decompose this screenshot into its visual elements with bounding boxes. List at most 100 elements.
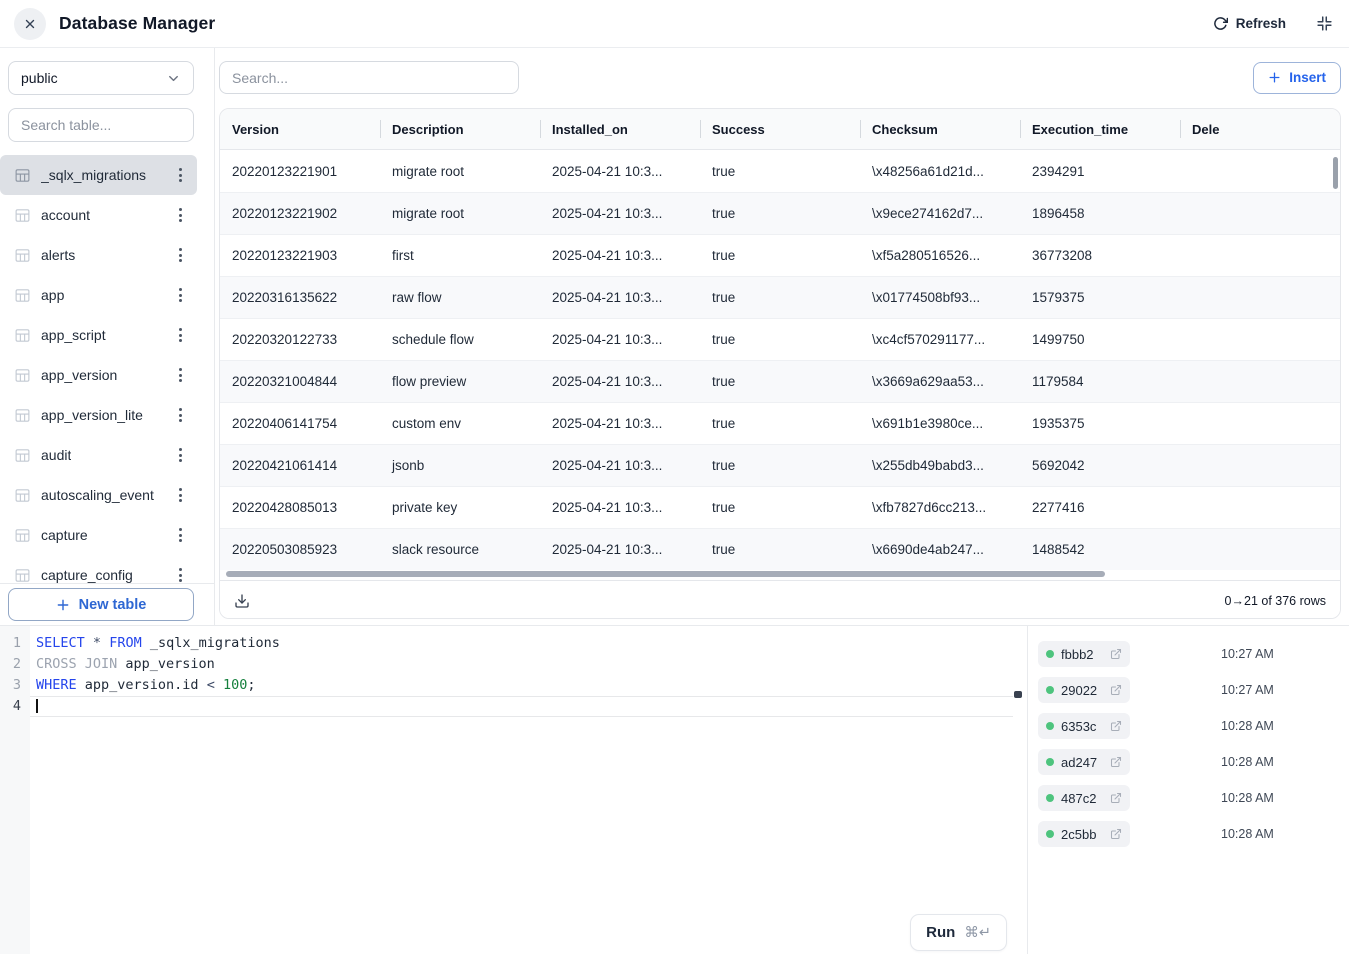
table-row[interactable]: 20220123221901migrate root2025-04-21 10:… [220, 150, 1340, 192]
collapse-button[interactable] [1316, 15, 1333, 32]
column-header-description[interactable]: Description [380, 109, 540, 149]
table-cell: private key [380, 500, 540, 515]
grid-vertical-scrollbar[interactable] [1333, 157, 1338, 189]
run-button[interactable]: Run ⌘↵ [910, 914, 1007, 951]
schema-select[interactable]: public [8, 61, 194, 95]
history-item-2c5bb[interactable]: 2c5bb [1038, 821, 1130, 847]
table-row[interactable]: 20220123221902migrate root2025-04-21 10:… [220, 192, 1340, 234]
table-cell: 20220421061414 [220, 458, 380, 473]
external-link-icon[interactable] [1110, 720, 1122, 732]
table-row[interactable]: 20220428085013private key2025-04-21 10:3… [220, 486, 1340, 528]
kebab-menu-icon[interactable] [177, 204, 184, 226]
table-cell: \xf5a280516526... [860, 248, 1020, 263]
sidebar-item-app_version_lite[interactable]: app_version_lite [0, 395, 197, 435]
external-link-icon[interactable] [1110, 792, 1122, 804]
grid-search-input[interactable] [219, 61, 519, 94]
table-cell: 2025-04-21 10:3... [540, 332, 700, 347]
close-button[interactable] [14, 8, 46, 40]
insert-button[interactable]: Insert [1253, 62, 1341, 94]
kebab-menu-icon[interactable] [177, 284, 184, 306]
sidebar-item-account[interactable]: account [0, 195, 197, 235]
column-header-execution_time[interactable]: Execution_time [1020, 109, 1180, 149]
table-icon [14, 447, 31, 464]
table-row[interactable]: 20220123221903first2025-04-21 10:3...tru… [220, 234, 1340, 276]
column-header-success[interactable]: Success [700, 109, 860, 149]
table-name-label: app_script [41, 327, 106, 343]
code-line-3[interactable]: 3WHERE app_version.id < 100; [0, 675, 1027, 696]
kebab-menu-icon[interactable] [177, 444, 184, 466]
kebab-menu-icon[interactable] [177, 484, 184, 506]
external-link-icon[interactable] [1110, 828, 1122, 840]
query-history-panel: fbbb210:27 AM2902210:27 AM6353c10:28 AMa… [1027, 626, 1349, 954]
download-button[interactable] [234, 593, 250, 609]
table-row[interactable]: 20220316135622raw flow2025-04-21 10:3...… [220, 276, 1340, 318]
kebab-menu-icon[interactable] [177, 524, 184, 546]
history-timestamp: 10:28 AM [1221, 755, 1274, 769]
sidebar-item-app_script[interactable]: app_script [0, 315, 197, 355]
sidebar-item-app_version[interactable]: app_version [0, 355, 197, 395]
history-timestamp: 10:27 AM [1221, 683, 1274, 697]
history-item-6353c[interactable]: 6353c [1038, 713, 1130, 739]
history-item-487c2[interactable]: 487c2 [1038, 785, 1130, 811]
history-item-fbbb2[interactable]: fbbb2 [1038, 641, 1130, 667]
sidebar-item-audit[interactable]: audit [0, 435, 197, 475]
table-cell: \xc4cf570291177... [860, 332, 1020, 347]
new-table-button[interactable]: New table [8, 588, 194, 621]
table-cell: true [700, 542, 860, 557]
history-item-29022[interactable]: 29022 [1038, 677, 1130, 703]
table-name-label: app_version_lite [41, 407, 143, 423]
table-row[interactable]: 20220320122733schedule flow2025-04-21 10… [220, 318, 1340, 360]
sidebar-item-capture[interactable]: capture [0, 515, 197, 555]
insert-label: Insert [1289, 70, 1326, 85]
table-icon [14, 207, 31, 224]
external-link-icon[interactable] [1110, 684, 1122, 696]
history-item-ad247[interactable]: ad247 [1038, 749, 1130, 775]
new-table-label: New table [79, 597, 147, 613]
history-timestamp: 10:28 AM [1221, 719, 1274, 733]
sql-editor[interactable]: 1SELECT * FROM _sqlx_migrations2CROSS JO… [0, 626, 1027, 954]
external-link-icon[interactable] [1110, 756, 1122, 768]
table-row[interactable]: 20220321004844flow preview2025-04-21 10:… [220, 360, 1340, 402]
page-title: Database Manager [59, 13, 215, 34]
grid-horizontal-scrollbar[interactable] [220, 570, 1340, 580]
sidebar-item-app[interactable]: app [0, 275, 197, 315]
code-text: WHERE app_version.id < 100; [30, 675, 1013, 696]
kebab-menu-icon[interactable] [177, 564, 184, 583]
kebab-menu-icon[interactable] [177, 324, 184, 346]
code-line-2[interactable]: 2CROSS JOIN app_version [0, 654, 1027, 675]
hscroll-thumb[interactable] [226, 571, 1105, 577]
table-icon [14, 407, 31, 424]
table-row[interactable]: 20220406141754custom env2025-04-21 10:3.… [220, 402, 1340, 444]
sidebar-item-capture_config[interactable]: capture_config [0, 555, 197, 583]
table-cell: 1499750 [1020, 332, 1180, 347]
history-row: 29022 10:27 AM [1038, 672, 1349, 708]
column-header-dele[interactable]: Dele [1180, 109, 1340, 149]
column-header-version[interactable]: Version [220, 109, 380, 149]
code-line-4[interactable]: 4 [0, 696, 1027, 717]
success-status-dot [1046, 650, 1054, 658]
sidebar-item-_sqlx_migrations[interactable]: _sqlx_migrations [0, 155, 197, 195]
kebab-menu-icon[interactable] [177, 404, 184, 426]
table-row[interactable]: 20220503085923slack resource2025-04-21 1… [220, 528, 1340, 570]
sidebar-item-alerts[interactable]: alerts [0, 235, 197, 275]
table-row[interactable]: 20220421061414jsonb2025-04-21 10:3...tru… [220, 444, 1340, 486]
kebab-menu-icon[interactable] [177, 244, 184, 266]
table-cell: true [700, 332, 860, 347]
column-header-installed_on[interactable]: Installed_on [540, 109, 700, 149]
kebab-menu-icon[interactable] [177, 364, 184, 386]
table-cell: flow preview [380, 374, 540, 389]
text-cursor [36, 699, 38, 713]
table-cell: true [700, 416, 860, 431]
editor-scrollbar-thumb[interactable] [1014, 691, 1022, 698]
external-link-icon[interactable] [1110, 648, 1122, 660]
code-line-1[interactable]: 1SELECT * FROM _sqlx_migrations [0, 633, 1027, 654]
history-row: ad247 10:28 AM [1038, 744, 1349, 780]
refresh-button[interactable]: Refresh [1213, 16, 1286, 31]
table-cell: \x6690de4ab247... [860, 542, 1020, 557]
history-row: fbbb210:27 AM [1038, 636, 1349, 672]
table-search-input[interactable] [21, 117, 181, 133]
sidebar-item-autoscaling_event[interactable]: autoscaling_event [0, 475, 197, 515]
column-header-checksum[interactable]: Checksum [860, 109, 1020, 149]
table-name-label: app_version [41, 367, 117, 383]
kebab-menu-icon[interactable] [177, 164, 184, 186]
